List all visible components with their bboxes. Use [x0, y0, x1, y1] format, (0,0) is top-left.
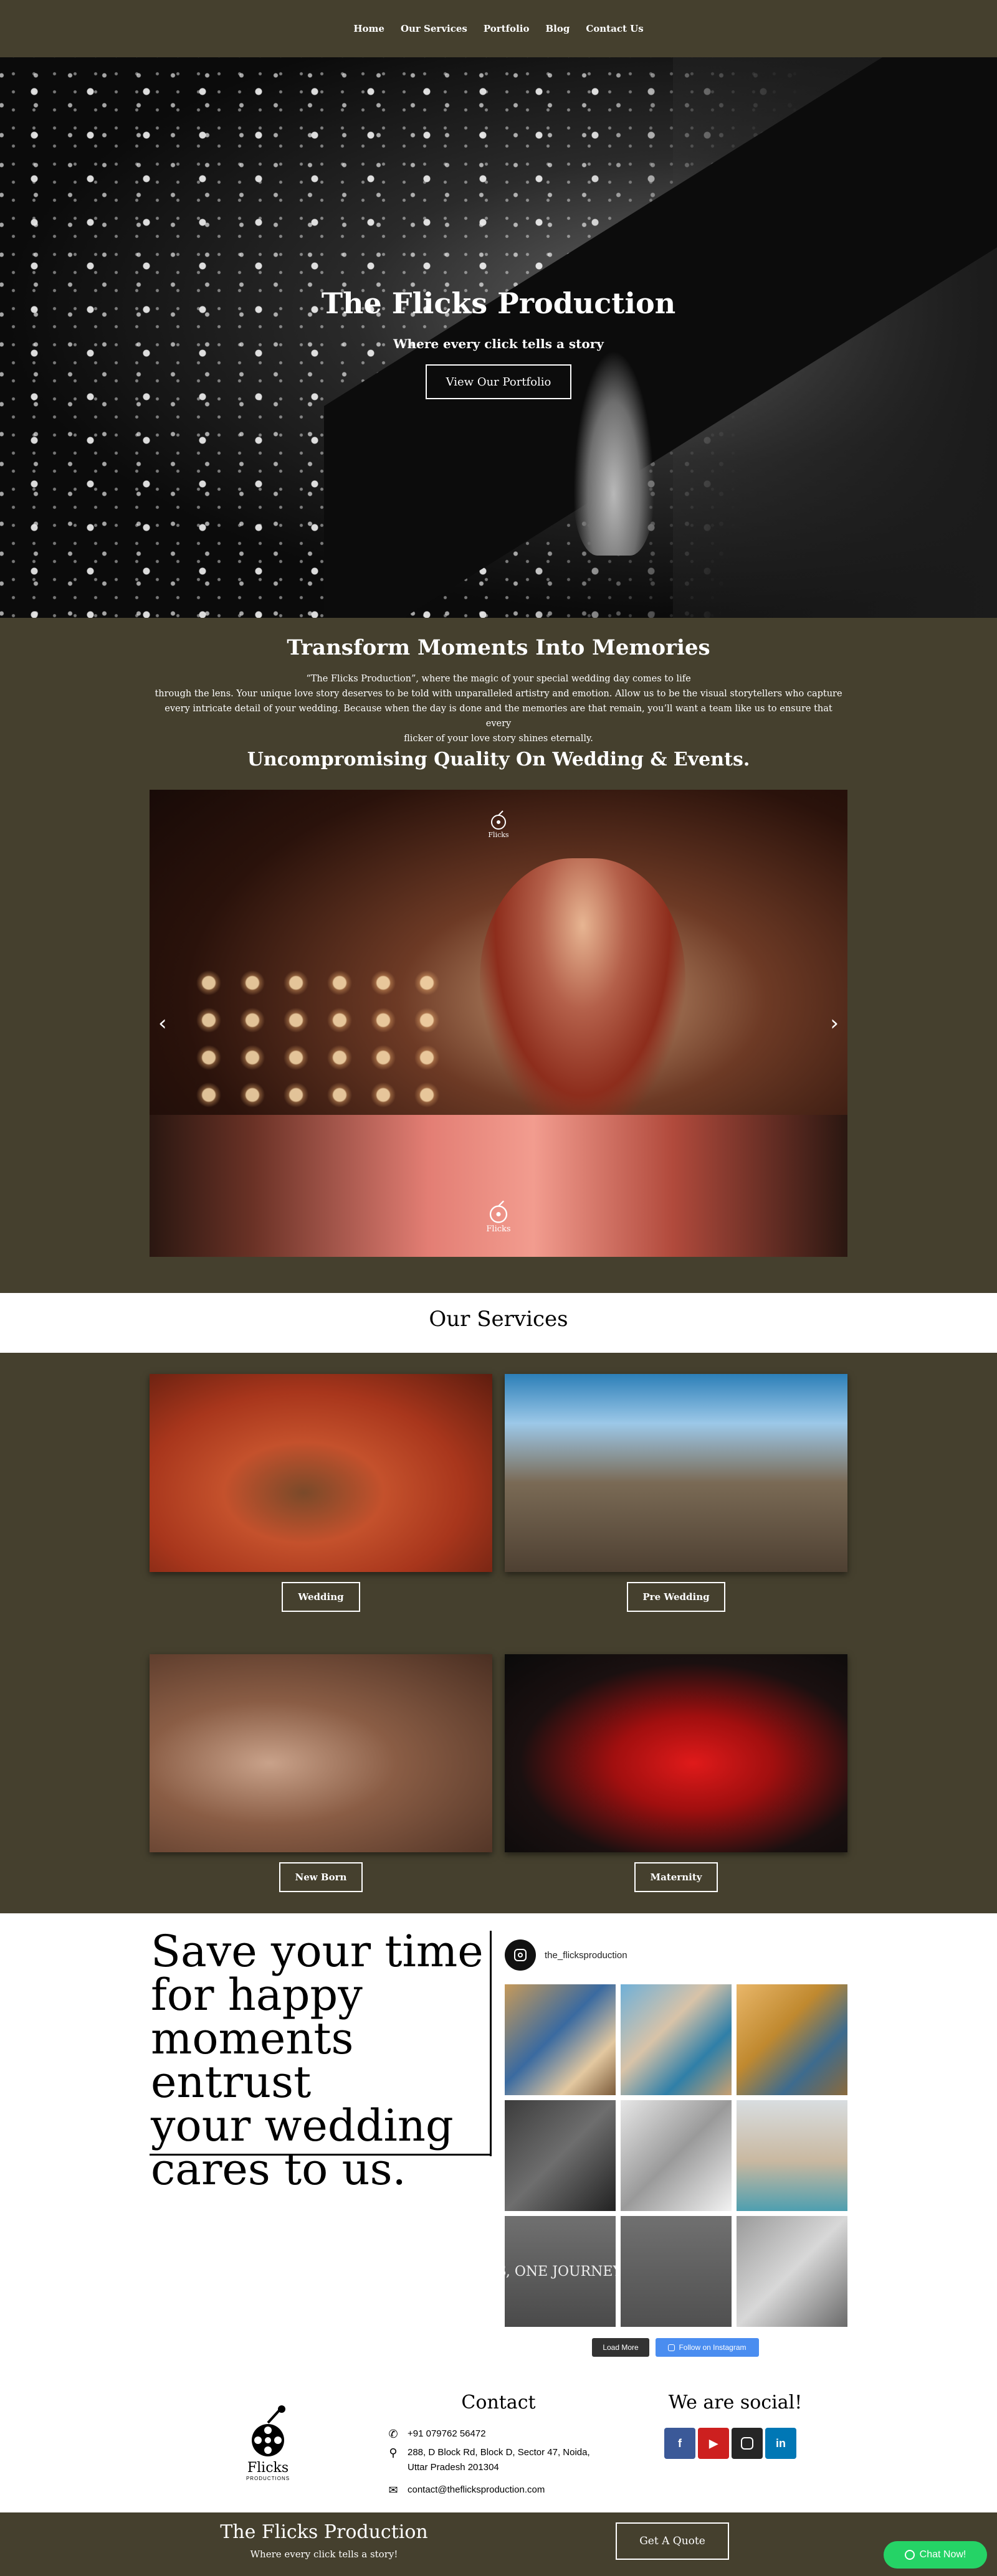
instagram-post[interactable] [737, 2100, 847, 2211]
footer-logo-sub: PRODUCTIONS [246, 2476, 290, 2481]
mailbox-icon: ✉ [388, 2484, 398, 2496]
service-button-maternity[interactable]: Maternity [634, 1862, 718, 1892]
instagram-post[interactable] [505, 1984, 616, 2095]
nav-our-services[interactable]: Our Services [401, 23, 467, 34]
footer-bar [0, 2512, 997, 2576]
contact-address-text: 288, D Block Rd, Block D, Sector 47, Noi… [408, 2445, 590, 2475]
contact-address: ⚲ 288, D Block Rd, Block D, Sector 47, N… [386, 2445, 590, 2475]
divider-vertical [490, 1931, 492, 2156]
chat-now-label: Chat Now! [919, 2549, 966, 2560]
about-title: Transform Moments Into Memories [287, 635, 710, 660]
map-pin-icon: ⚲ [389, 2446, 398, 2459]
slide-watermark-logo-bottom: Flicks [480, 1188, 517, 1244]
hero-bride-image [573, 350, 654, 556]
service-card-new-born[interactable] [150, 1654, 492, 1852]
nav-contact-us[interactable]: Contact Us [586, 23, 643, 34]
main-nav: Home Our Services Portfolio Blog Contact… [0, 0, 997, 57]
instagram-post[interactable] [621, 2100, 732, 2211]
save-time-line: Save your time [151, 1926, 484, 1977]
slide-candles-image [187, 964, 449, 1120]
service-card-maternity[interactable] [505, 1654, 847, 1852]
linkedin-icon[interactable]: in [765, 2428, 796, 2459]
address-line: 288, D Block Rd, Block D, Sector 47, Noi… [408, 2447, 590, 2458]
hero-title: The Flicks Production [321, 286, 676, 320]
contact-phone[interactable]: ✆ +91 079762 56472 [386, 2427, 486, 2441]
quality-title: Uncompromising Quality On Wedding & Even… [247, 749, 750, 770]
service-card-wedding[interactable] [150, 1374, 492, 1572]
instagram-avatar[interactable] [505, 1939, 536, 1971]
divider-horizontal [150, 2154, 492, 2156]
get-a-quote-button[interactable]: Get A Quote [616, 2522, 729, 2560]
service-card-pre-wedding[interactable] [505, 1374, 847, 1572]
save-time-section [0, 1913, 997, 2380]
footer-logo-text: Flicks [247, 2460, 289, 2476]
instagram-username[interactable]: the_flicksproduction [545, 1950, 627, 1961]
youtube-icon[interactable]: ▶ [698, 2428, 729, 2459]
whatsapp-icon [904, 2550, 915, 2560]
about-text: “The Flicks Production”, where the magic… [153, 671, 844, 746]
nav-home[interactable]: Home [353, 23, 384, 34]
about-text-line: every intricate detail of your wedding. … [165, 704, 832, 729]
about-text-line: flicker of your love story shines eterna… [404, 734, 593, 744]
film-reel-icon [489, 1200, 508, 1223]
slide-logo-text: Flicks [486, 1224, 511, 1234]
save-time-heading: Save your time for happy moments entrust… [151, 1930, 494, 2191]
contact-email-text[interactable]: contact@theflicksproduction.com [408, 2483, 545, 2498]
slide-logo-text: Flicks [488, 830, 509, 839]
load-more-button[interactable]: Load More [592, 2338, 649, 2357]
instagram-post[interactable] [621, 1984, 732, 2095]
chat-now-button[interactable]: Chat Now! [884, 2541, 987, 2569]
slide-watermark-logo: Flicks [480, 802, 517, 846]
nav-portfolio[interactable]: Portfolio [484, 23, 530, 34]
save-time-line: moments entrust [151, 2013, 354, 2108]
instagram-post[interactable] [737, 2216, 847, 2327]
social-title: We are social! [668, 2392, 803, 2413]
phone-icon: ✆ [388, 2428, 398, 2440]
facebook-icon[interactable]: f [664, 2428, 695, 2459]
hero-subtitle: Where every click tells a story [393, 336, 604, 351]
service-button-pre-wedding[interactable]: Pre Wedding [627, 1582, 725, 1612]
footer-title: The Flicks Production [220, 2521, 428, 2543]
instagram-post[interactable] [737, 1984, 847, 2095]
contact-email[interactable]: ✉ contact@theflicksproduction.com [386, 2483, 545, 2498]
save-time-line: your wedding [151, 2100, 454, 2151]
instagram-icon[interactable] [732, 2428, 763, 2459]
view-portfolio-button[interactable]: View Our Portfolio [426, 364, 571, 399]
services-title: Our Services [429, 1307, 568, 1332]
slider-next-arrow-icon[interactable]: › [830, 1011, 839, 1036]
about-text-line: through the lens. Your unique love story… [155, 689, 842, 699]
follow-instagram-label: Follow on Instagram [679, 2343, 747, 2352]
footer-subtitle: Where every click tells a story! [250, 2549, 398, 2560]
contact-title: Contact [461, 2392, 536, 2413]
contact-phone-text[interactable]: +91 079762 56472 [408, 2427, 486, 2441]
about-text-line: “The Flicks Production”, where the magic… [306, 674, 691, 684]
slide-bride-image [480, 858, 685, 1126]
instagram-feed-header[interactable]: the_flicksproduction [505, 1937, 847, 1973]
save-time-line: for happy [151, 1969, 363, 2020]
service-button-new-born[interactable]: New Born [279, 1862, 363, 1892]
instagram-icon [668, 2344, 675, 2351]
slider-prev-arrow-icon[interactable]: ‹ [158, 1011, 167, 1036]
instagram-post[interactable] [505, 2100, 616, 2211]
service-button-wedding[interactable]: Wedding [282, 1582, 360, 1612]
image-slider[interactable]: Flicks Flicks ‹ › [150, 790, 847, 1257]
footer-logo: Flicks PRODUCTIONS [237, 2404, 299, 2485]
address-line: Uttar Pradesh 201304 [408, 2462, 499, 2473]
instagram-post[interactable] [621, 2216, 732, 2327]
instagram-icon [514, 1949, 527, 1961]
film-reel-icon [491, 810, 506, 830]
film-reel-logo-icon [252, 2405, 285, 2456]
nav-blog[interactable]: Blog [545, 23, 570, 34]
follow-instagram-button[interactable]: Follow on Instagram [656, 2338, 759, 2357]
instagram-post[interactable]: TWO HEARTS, ONE JOURNEY [505, 2216, 616, 2327]
instagram-post-caption: TWO HEARTS, ONE JOURNEY [505, 2263, 616, 2280]
